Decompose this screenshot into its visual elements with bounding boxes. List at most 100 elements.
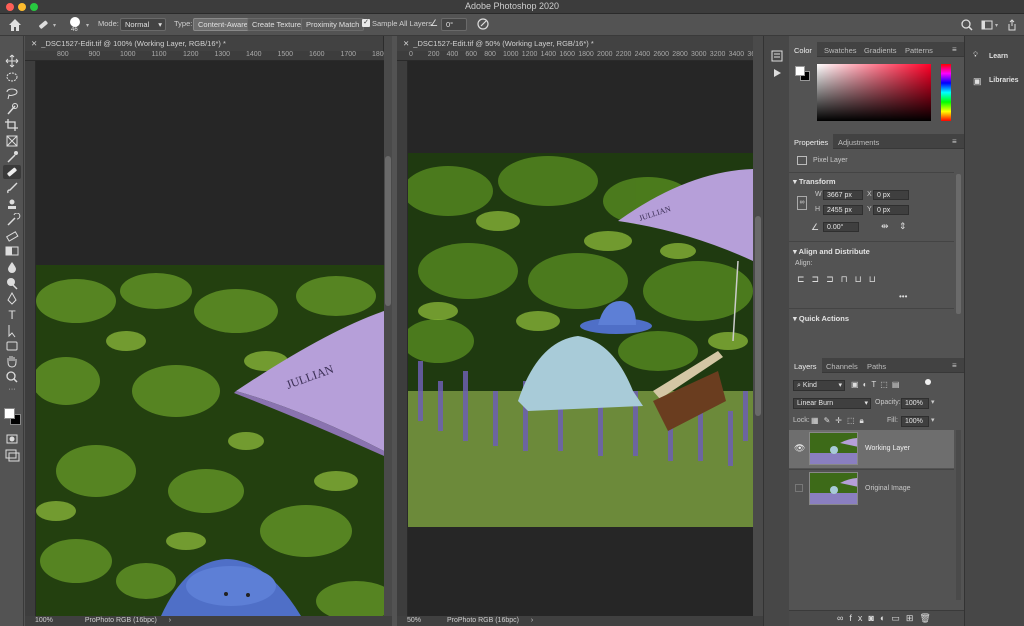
layer-name[interactable]: Working Layer (865, 445, 910, 452)
document-tab-1[interactable]: ✕ _DSC1527-Edit.tif @ 100% (Working Layer… (25, 36, 384, 51)
y-input[interactable]: 0 px (873, 205, 909, 215)
workspace-icon[interactable] (980, 18, 994, 32)
learn-panel-button[interactable]: 💡︎ Learn (969, 48, 1023, 68)
tab-paths[interactable]: Paths (862, 358, 891, 373)
eraser-tool-icon[interactable] (3, 229, 21, 243)
marquee-tool-icon[interactable] (3, 70, 21, 84)
zoom-level-1[interactable]: 100% (35, 617, 53, 624)
color-field[interactable] (817, 64, 931, 121)
align-middle-v-icon[interactable]: ⊔ (855, 274, 869, 284)
layer-name[interactable]: Original Image (865, 485, 911, 492)
height-input[interactable]: 2455 px (823, 205, 863, 215)
type-tool-icon[interactable]: T (3, 308, 21, 322)
photo-canvas-1[interactable]: JULLIAN (36, 61, 384, 616)
tab-color[interactable]: Color (789, 42, 817, 57)
hand-tool-icon[interactable] (3, 354, 21, 368)
width-input[interactable]: 3667 px (823, 190, 863, 200)
move-tool-icon[interactable] (3, 54, 21, 68)
layer-filter-kind-select[interactable]: ⌕ Kind ▾ (793, 380, 845, 391)
tab-swatches[interactable]: Swatches (819, 42, 862, 57)
actions-panel-icon[interactable] (772, 68, 782, 78)
search-icon[interactable] (960, 18, 974, 32)
screen-mode-icon[interactable] (3, 448, 21, 462)
rotation-input[interactable]: 0.00° (823, 222, 859, 232)
align-left-icon[interactable]: ⊏ (797, 274, 812, 284)
add-mask-icon[interactable]: ◙ (868, 613, 879, 623)
tab-adjustments[interactable]: Adjustments (833, 134, 884, 149)
tab-properties[interactable]: Properties (789, 134, 834, 149)
zoom-level-2[interactable]: 50% (407, 617, 421, 624)
crop-tool-icon[interactable] (3, 118, 21, 132)
brush-tool-icon[interactable] (3, 181, 21, 195)
lock-all-icon[interactable]: 🔒︎ (860, 416, 869, 425)
dodge-tool-icon[interactable] (3, 276, 21, 290)
filter-type-icon[interactable]: T (871, 380, 880, 389)
brush-preview-icon[interactable] (70, 17, 80, 27)
frame-tool-icon[interactable] (3, 134, 21, 148)
flip-horizontal-icon[interactable]: ⇹ (881, 221, 889, 232)
status-chevron-icon[interactable]: › (169, 617, 171, 624)
foreground-color-swatch[interactable] (4, 408, 15, 419)
quick-actions-section-title[interactable]: ▾ Quick Actions (793, 314, 849, 323)
align-top-icon[interactable]: ⊓ (841, 274, 855, 284)
fill-chevron-icon[interactable]: ▾ (931, 416, 935, 424)
workspace-chevron-icon[interactable]: ▾ (995, 22, 998, 29)
filter-toggle-icon[interactable] (925, 379, 931, 385)
close-tab-icon[interactable]: ✕ (403, 39, 409, 48)
blur-tool-icon[interactable] (3, 260, 21, 274)
link-dimensions-icon[interactable]: ∞ (797, 196, 807, 210)
close-tab-icon[interactable]: ✕ (31, 39, 37, 48)
visibility-toggle-empty[interactable] (795, 484, 803, 492)
status-chevron-icon[interactable]: › (531, 617, 533, 624)
transform-section-title[interactable]: ▾ Transform (793, 177, 836, 186)
more-tools-icon[interactable]: ··· (3, 386, 21, 400)
panel-menu-icon[interactable]: ≡ (952, 361, 957, 370)
sample-all-layers-checkbox[interactable]: ✓ (362, 19, 370, 27)
lock-artboard-icon[interactable]: ⬚ (847, 416, 860, 425)
properties-scrollbar[interactable] (956, 174, 961, 314)
tab-gradients[interactable]: Gradients (859, 42, 902, 57)
vertical-scrollbar-1[interactable] (384, 36, 392, 616)
libraries-panel-button[interactable]: ▣ Libraries (969, 72, 1023, 92)
color-foreground-swatch[interactable] (795, 66, 805, 76)
lasso-tool-icon[interactable] (3, 86, 21, 100)
photo-canvas-2[interactable]: JULLIAN (408, 61, 753, 616)
healing-brush-tool-icon[interactable] (36, 18, 50, 32)
more-options-icon[interactable]: ••• (899, 292, 907, 301)
create-texture-button[interactable]: Create Texture (247, 18, 307, 31)
scroll-thumb-2[interactable] (755, 216, 761, 416)
spot-healing-brush-tool-icon[interactable] (3, 165, 21, 179)
scroll-thumb-1[interactable] (385, 156, 391, 306)
align-right-icon[interactable]: ⊐ (826, 274, 841, 284)
home-icon[interactable] (7, 17, 23, 33)
gradient-tool-icon[interactable] (3, 244, 21, 258)
adjustment-layer-icon[interactable]: ◐ (880, 613, 891, 623)
opacity-input[interactable]: 100% (901, 398, 929, 409)
filter-pixel-icon[interactable]: ▣ (851, 380, 863, 389)
path-selection-tool-icon[interactable] (3, 324, 21, 338)
panel-menu-icon[interactable]: ≡ (952, 45, 957, 54)
layer-row-original-image[interactable]: Original Image (789, 469, 954, 507)
x-input[interactable]: 0 px (873, 190, 909, 200)
layers-scrollbar[interactable] (956, 430, 961, 600)
lock-position-icon[interactable]: ✛ (835, 416, 847, 425)
clone-stamp-tool-icon[interactable] (3, 197, 21, 211)
new-group-icon[interactable]: ▭ (891, 613, 906, 623)
tab-layers[interactable]: Layers (789, 358, 822, 373)
lock-transparent-icon[interactable]: ▦ (811, 416, 824, 425)
layer-row-working-layer[interactable]: 👁︎ Working Layer (789, 430, 954, 468)
history-brush-tool-icon[interactable] (3, 212, 21, 227)
document-tab-2[interactable]: ✕ _DSC1527-Edit.tif @ 50% (Working Layer,… (397, 36, 763, 51)
tab-channels[interactable]: Channels (821, 358, 863, 373)
align-center-h-icon[interactable]: ⊐ (812, 274, 827, 284)
mode-select[interactable]: Normal ▾ (120, 18, 166, 31)
delete-layer-icon[interactable]: 🗑︎ (919, 613, 936, 623)
lock-pixels-icon[interactable]: ✎ (824, 416, 836, 425)
tab-patterns[interactable]: Patterns (900, 42, 938, 57)
quick-mask-icon[interactable] (3, 432, 21, 446)
visibility-eye-icon[interactable]: 👁︎ (794, 443, 805, 454)
opacity-chevron-icon[interactable]: ▾ (931, 398, 935, 406)
align-bottom-icon[interactable]: ⊔ (869, 274, 883, 284)
angle-input[interactable]: 0° (441, 18, 467, 31)
panel-menu-icon[interactable]: ≡ (952, 137, 957, 146)
